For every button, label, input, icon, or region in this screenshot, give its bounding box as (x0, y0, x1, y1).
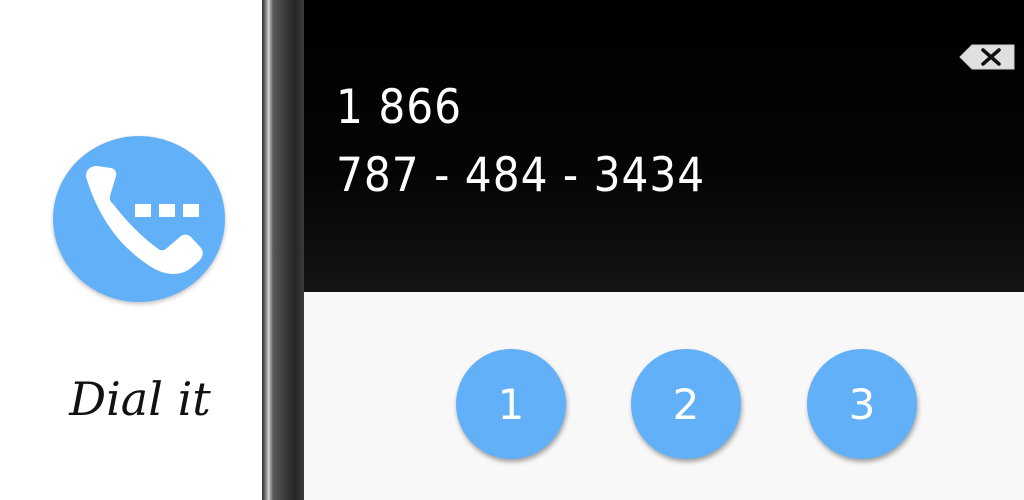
app-name: Dial it (69, 372, 211, 426)
backspace-button[interactable] (956, 42, 1020, 72)
keypad: 1 2 3 (304, 292, 1024, 500)
key-1-button[interactable]: 1 (456, 349, 566, 459)
phone-screen: 1 866 787 - 484 - 3434 1 2 3 (304, 0, 1024, 500)
key-3-button[interactable]: 3 (807, 349, 917, 459)
backspace-icon (959, 44, 1015, 70)
phone-with-dots-icon (86, 166, 203, 274)
dialed-number-line-1: 1 866 (336, 80, 463, 135)
dialed-number-line-2: 787 - 484 - 3434 (336, 148, 706, 203)
app-icon (53, 136, 225, 302)
number-display: 1 866 787 - 484 - 3434 (304, 0, 1024, 292)
phone-bezel (262, 0, 304, 500)
key-2-button[interactable]: 2 (631, 349, 741, 459)
brand-panel: Dial it (0, 0, 262, 500)
